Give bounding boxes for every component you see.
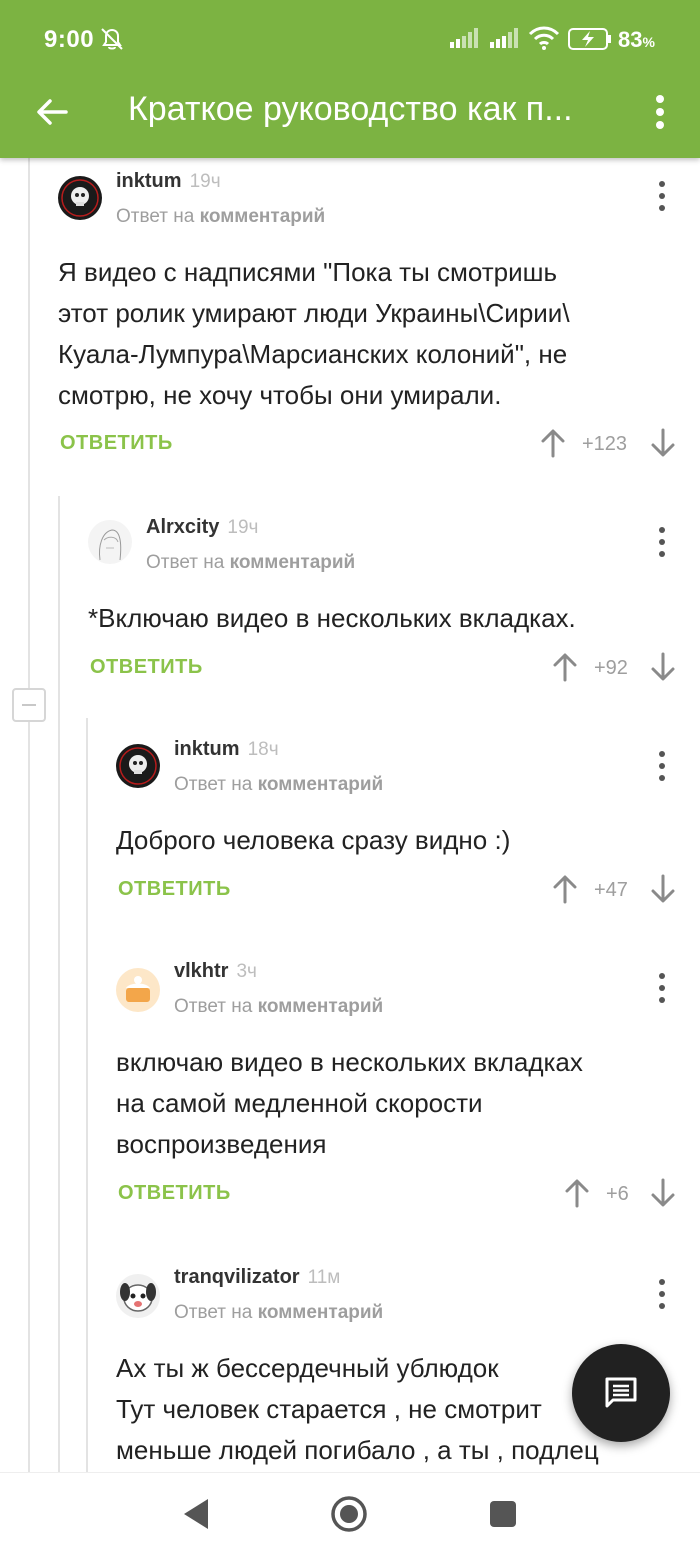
avatar[interactable] (88, 520, 132, 564)
avatar-skull-icon (61, 179, 99, 217)
reply-to: Ответ на комментарий (116, 206, 325, 228)
bell-muted-icon (101, 28, 123, 50)
reply-target-link[interactable]: комментарий (230, 552, 356, 573)
app-bar: Краткое руководство как п... (0, 76, 700, 158)
nav-recents-icon[interactable] (490, 1501, 516, 1527)
avatar[interactable] (58, 176, 102, 220)
avatar-sketch-icon (99, 529, 122, 561)
page-title: Краткое руководство как п... (128, 90, 573, 128)
reply-to: Ответ на комментарий (174, 996, 383, 1018)
reply-prefix: Ответ на (174, 1302, 253, 1323)
comment-author[interactable]: inktum 18ч (174, 738, 279, 761)
comment-text: Я видео с надписями "Пока ты смотришь эт… (58, 257, 570, 410)
battery-unit: % (642, 34, 655, 50)
author-name[interactable]: inktum (116, 170, 182, 192)
status-bar: 9:00 83% (0, 0, 700, 76)
comment-score: +6 (606, 1183, 629, 1205)
comment-time: 19ч (227, 517, 259, 538)
arrow-up-icon[interactable] (552, 652, 578, 682)
reply-target-link[interactable]: комментарий (258, 1302, 384, 1323)
reply-target-link[interactable]: комментарий (258, 774, 384, 795)
nav-home-icon[interactable] (330, 1495, 368, 1533)
reply-button[interactable]: ОТВЕТИТЬ (118, 878, 231, 901)
author-name[interactable]: inktum (174, 738, 240, 760)
comment-more-icon[interactable] (656, 972, 668, 1004)
author-name[interactable]: vlkhtr (174, 960, 228, 982)
reply-button[interactable]: ОТВЕТИТЬ (118, 1182, 231, 1205)
arrow-down-icon[interactable] (650, 652, 676, 682)
reply-button[interactable]: ОТВЕТИТЬ (60, 432, 173, 455)
avatar-cake-icon (126, 976, 150, 1002)
comment-more-icon[interactable] (656, 526, 668, 558)
more-vert-icon[interactable] (650, 92, 670, 132)
battery-icon (568, 28, 611, 50)
reply-to: Ответ на комментарий (174, 1302, 383, 1324)
reply-to: Ответ на комментарий (174, 774, 383, 796)
comment-time: 18ч (247, 739, 279, 760)
author-name[interactable]: Alrxcity (146, 516, 219, 538)
signal-icon (450, 28, 478, 48)
avatar-skull-icon (119, 747, 157, 785)
comment-fab-button[interactable] (572, 1344, 670, 1442)
arrow-up-icon[interactable] (564, 1178, 590, 1208)
arrow-down-icon[interactable] (650, 1178, 676, 1208)
comment-text: *Включаю видео в нескольких вкладках. (88, 603, 576, 633)
thread-line-2 (58, 496, 60, 1472)
top-bar: 9:00 83% Краткое руководство как п... (0, 0, 700, 158)
comment-more-icon[interactable] (656, 180, 668, 212)
nav-back-icon[interactable] (182, 1497, 210, 1531)
arrow-down-icon[interactable] (650, 428, 676, 458)
battery-percent: 83% (618, 27, 655, 53)
reply-prefix: Ответ на (146, 552, 225, 573)
thread-line-1 (28, 158, 30, 1472)
system-nav-bar (0, 1472, 700, 1556)
wifi-icon (528, 26, 560, 50)
comment-time: 19ч (189, 171, 221, 192)
comment-more-icon[interactable] (656, 750, 668, 782)
reply-to: Ответ на комментарий (146, 552, 355, 574)
reply-prefix: Ответ на (174, 774, 253, 795)
comment-score: +92 (594, 657, 628, 679)
comment-score: +47 (594, 879, 628, 901)
avatar[interactable] (116, 744, 160, 788)
avatar[interactable] (116, 1274, 160, 1318)
author-name[interactable]: tranqvilizator (174, 1266, 300, 1288)
comment-more-icon[interactable] (656, 1278, 668, 1310)
signal-icon-2 (490, 28, 518, 48)
comment-icon (605, 1377, 637, 1408)
avatar-dog-icon (120, 1283, 156, 1312)
reply-prefix: Ответ на (174, 996, 253, 1017)
avatar[interactable] (116, 968, 160, 1012)
reply-prefix: Ответ на (116, 206, 195, 227)
comment-time: 11м (307, 1267, 341, 1288)
arrow-up-icon[interactable] (552, 874, 578, 904)
thread-line-3 (86, 718, 88, 1472)
comment-author[interactable]: vlkhtr 3ч (174, 960, 257, 983)
comment-score: +123 (582, 433, 628, 455)
reply-button[interactable]: ОТВЕТИТЬ (90, 656, 203, 679)
comment-author[interactable]: inktum 19ч (116, 170, 221, 193)
arrow-left-icon[interactable] (32, 92, 72, 132)
comment-author[interactable]: tranqvilizator 11м (174, 1266, 340, 1289)
app-root: 9:00 83% Краткое руководство как п... in… (0, 0, 700, 1556)
arrow-down-icon[interactable] (650, 874, 676, 904)
status-time: 9:00 (44, 26, 95, 53)
reply-target-link[interactable]: комментарий (258, 996, 384, 1017)
comment-text: Доброго человека сразу видно :) (116, 825, 511, 855)
collapse-thread-icon[interactable] (12, 688, 46, 722)
reply-target-link[interactable]: комментарий (200, 206, 326, 227)
comment-time: 3ч (236, 961, 257, 982)
comment-text: включаю видео в нескольких вкладках на с… (116, 1047, 583, 1159)
arrow-up-icon[interactable] (540, 428, 566, 458)
comment-author[interactable]: Alrxcity 19ч (146, 516, 258, 539)
battery-value: 83 (618, 27, 643, 52)
